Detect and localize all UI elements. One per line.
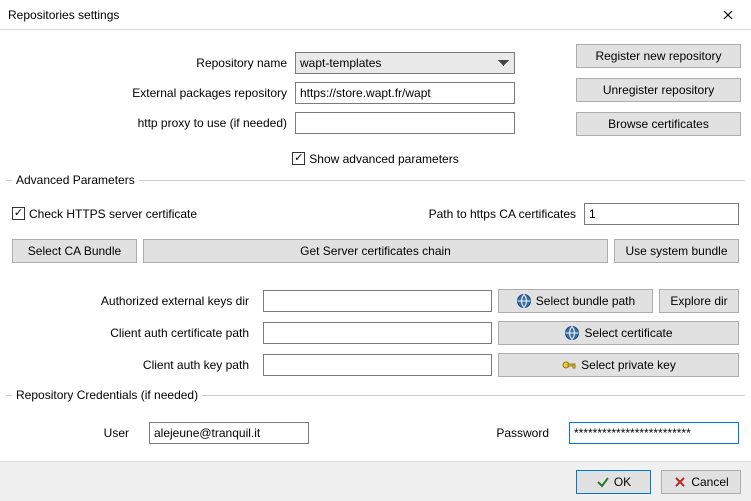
client-cert-path-input[interactable]: [263, 322, 492, 344]
ext-repo-input[interactable]: [295, 82, 515, 104]
cancel-button[interactable]: Cancel: [661, 470, 741, 494]
client-key-path-input[interactable]: [263, 354, 492, 376]
show-advanced-label: Show advanced parameters: [309, 152, 458, 166]
select-certificate-button[interactable]: Select certificate: [498, 321, 739, 345]
auth-keys-dir-input[interactable]: [263, 290, 492, 312]
advanced-params-title: Advanced Parameters: [12, 173, 139, 187]
x-icon: [673, 475, 687, 489]
ok-button[interactable]: OK: [576, 470, 651, 494]
main-settings: Repository name wapt-templates External …: [0, 30, 751, 170]
advanced-params-group: Advanced Parameters ✓ Check HTTPS server…: [6, 180, 745, 377]
register-repo-button[interactable]: Register new repository: [576, 44, 741, 68]
check-https-checkbox[interactable]: ✓ Check HTTPS server certificate: [12, 207, 197, 221]
repo-name-combo[interactable]: wapt-templates: [295, 52, 515, 74]
client-cert-path-label: Client auth certificate path: [12, 326, 257, 340]
select-bundle-path-button[interactable]: Select bundle path: [498, 289, 653, 313]
close-icon: [723, 10, 733, 20]
globe-icon: [564, 325, 580, 341]
http-proxy-input[interactable]: [295, 112, 515, 134]
titlebar: Repositories settings: [0, 0, 751, 30]
http-proxy-label: http proxy to use (if needed): [10, 116, 295, 130]
user-label: User: [12, 426, 137, 440]
window-title: Repositories settings: [8, 8, 119, 22]
dialog-footer: OK Cancel: [0, 461, 751, 501]
password-input[interactable]: [569, 422, 739, 444]
explore-dir-button[interactable]: Explore dir: [659, 289, 739, 313]
browse-certs-button[interactable]: Browse certificates: [576, 112, 741, 136]
repo-credentials-group: Repository Credentials (if needed) User …: [6, 395, 745, 444]
check-icon: ✓: [12, 207, 25, 220]
password-label: Password: [496, 426, 557, 440]
ext-repo-label: External packages repository: [10, 86, 295, 100]
ca-path-label: Path to https CA certificates: [429, 207, 576, 221]
repo-name-label: Repository name: [10, 56, 295, 70]
client-key-path-label: Client auth key path: [12, 358, 257, 372]
check-icon: ✓: [292, 152, 305, 165]
show-advanced-checkbox[interactable]: ✓ Show advanced parameters: [292, 152, 458, 166]
unregister-repo-button[interactable]: Unregister repository: [576, 78, 741, 102]
select-private-key-button[interactable]: Select private key: [498, 353, 739, 377]
auth-keys-dir-label: Authorized external keys dir: [12, 294, 257, 308]
select-ca-bundle-button[interactable]: Select CA Bundle: [12, 239, 137, 263]
get-server-chain-button[interactable]: Get Server certificates chain: [143, 239, 608, 263]
repo-credentials-title: Repository Credentials (if needed): [12, 388, 202, 402]
check-https-label: Check HTTPS server certificate: [29, 207, 197, 221]
globe-icon: [516, 293, 532, 309]
key-icon: [561, 357, 577, 373]
close-button[interactable]: [705, 0, 751, 30]
ca-path-input[interactable]: [584, 203, 739, 225]
user-input[interactable]: [149, 422, 309, 444]
use-system-bundle-button[interactable]: Use system bundle: [614, 239, 739, 263]
check-icon: [596, 475, 610, 489]
